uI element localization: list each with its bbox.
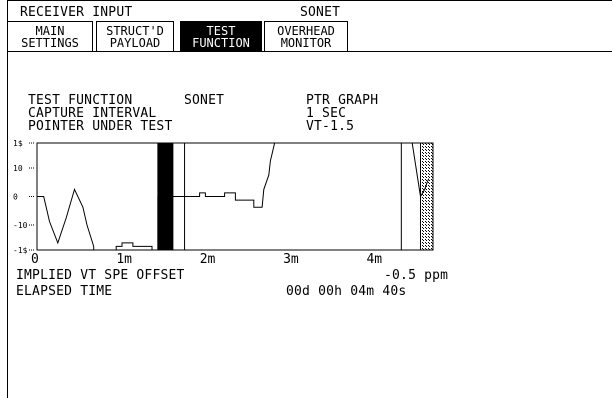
y-tick-label: 10 — [13, 164, 23, 173]
x-tick-label: 1m — [116, 252, 132, 267]
offset-label: IMPLIED VT SPE OFFSET — [16, 268, 185, 283]
y-tick-label: 1$ — [13, 139, 23, 148]
y-tick-label: 0 — [13, 193, 18, 202]
x-tick-label: 3m — [283, 252, 299, 267]
x-tick-label: 0 — [31, 252, 39, 267]
y-tick-label: -10 — [13, 221, 28, 230]
x-tick-label: 4m — [366, 252, 382, 267]
elapsed-time-value: 00d 00h 04m 40s — [286, 284, 407, 299]
y-tick-label: -1$ — [13, 246, 28, 255]
pointer-graph-chart: 1$100-10-1$0 1m 2m 3m 4m — [13, 139, 434, 267]
x-tick-label: 2m — [200, 252, 216, 267]
pointer-series-line — [37, 142, 430, 251]
hatched-block — [419, 142, 434, 251]
elapsed-time-label: ELAPSED TIME — [16, 284, 113, 299]
offset-value: -0.5 ppm — [384, 268, 449, 283]
